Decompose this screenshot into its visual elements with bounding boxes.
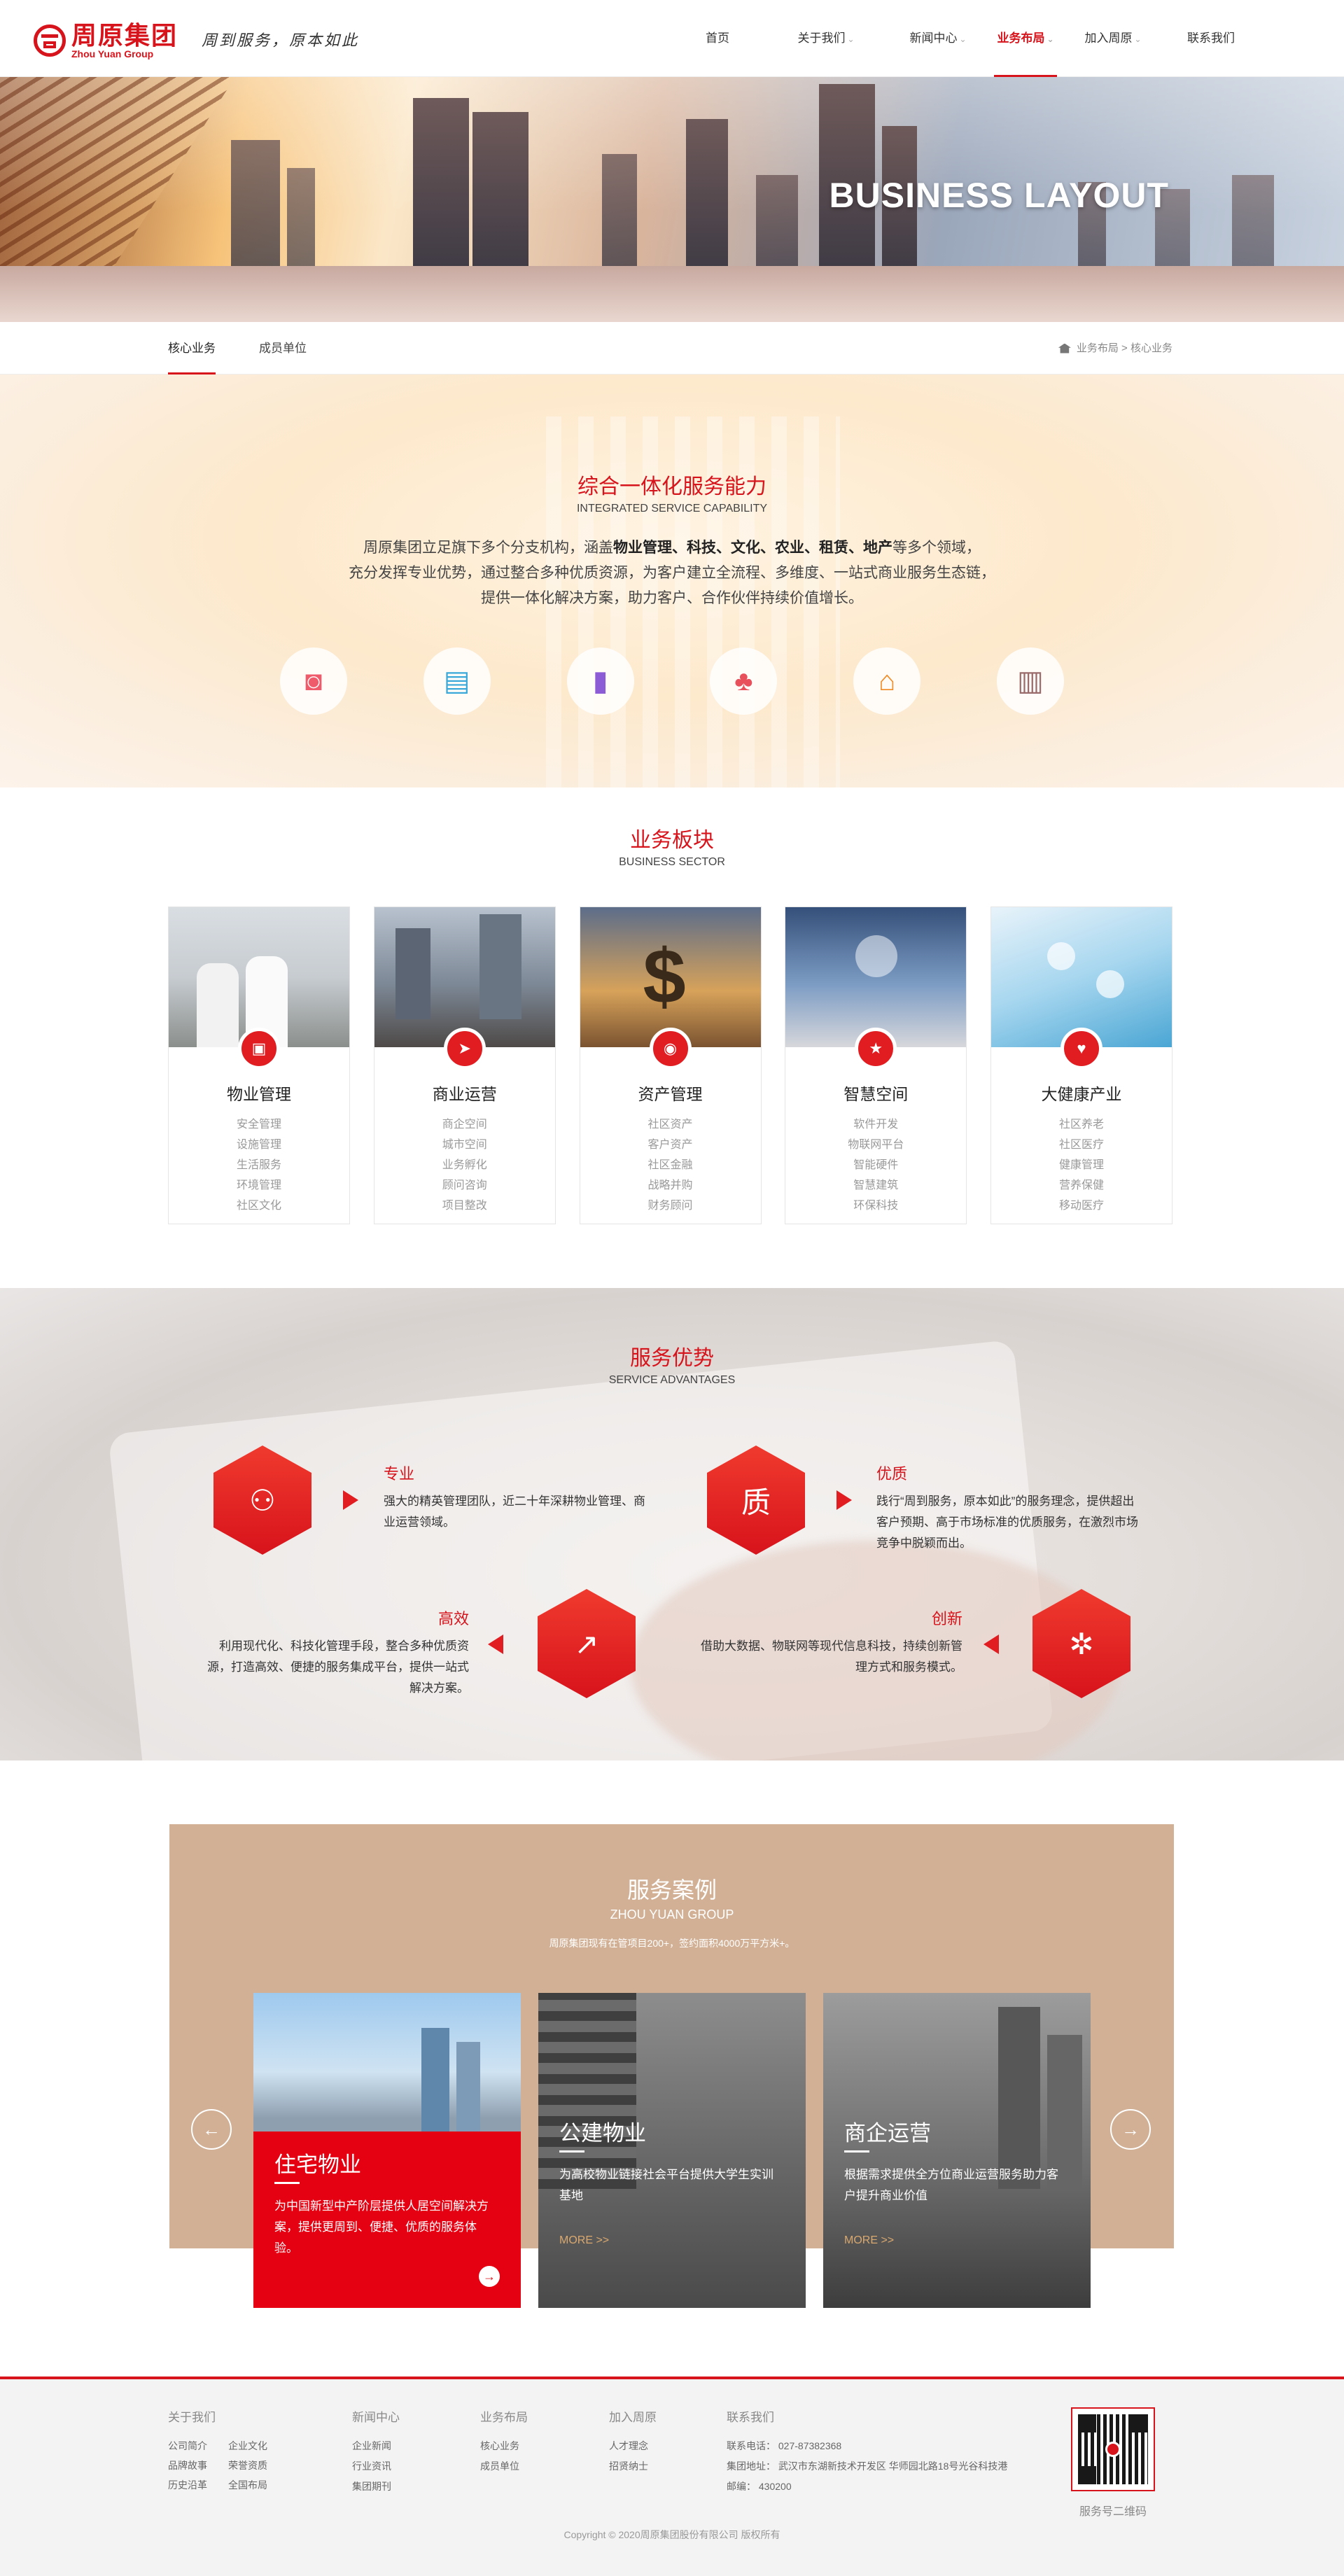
arrow-left-icon [488,1634,503,1654]
more-link[interactable]: MORE >> [844,2234,894,2247]
qr-label: 服务号二维码 [1079,2506,1147,2518]
qr-code [1071,2407,1155,2491]
banner-title: BUSINESS LAYOUT [829,176,1169,215]
sector-card-smart-space[interactable]: ★ 智慧空间 软件开发 物联网平台 智能硬件 智慧建筑 环保科技 [785,906,967,1224]
section-title: 服务优势 SERVICE ADVANTAGES [608,1347,736,1386]
nav-item-business[interactable]: 业务布局 ⌄ [994,0,1057,77]
asset-image: $ [580,907,761,1047]
tab-core-business[interactable]: 核心业务 [168,322,216,374]
arrow-right-circle-icon[interactable]: → [479,2266,500,2287]
case-card-residential[interactable]: 住宅物业 为中国新型中产阶层提供人居空间解决方案，提供更周到、便捷、优质的服务体… [253,1993,521,2308]
home-icon[interactable] [1058,343,1071,354]
property-image [169,907,349,1047]
service-cases-section: 服务案例 ZHOU YUAN GROUP 周原集团现有在管项目200+，签约面积… [0,1760,1344,2376]
nav-item-home[interactable]: 首页 [686,0,749,77]
intro-text: 周原集团立足旗下多个分支机构，涵盖物业管理、科技、文化、农业、租赁、地产等多个领… [349,540,995,606]
brand-name-en: Zhou Yuan Group [71,48,154,59]
robot-icon: ◙ [280,648,347,715]
chevron-down-icon: ⌄ [1046,34,1054,44]
more-link[interactable]: MORE >> [559,2234,609,2247]
health-image [991,907,1172,1047]
section-title: 服务案例 ZHOU YUAN GROUP 周原集团现有在管项目200+，签约面积… [549,1877,795,1949]
target-icon: ◉ [649,1028,692,1070]
arrow-left-icon [983,1634,999,1654]
arrow-right-icon [836,1490,852,1510]
brand-name: 周原集团 [71,21,178,50]
star-icon: ★ [855,1028,897,1070]
tree-icon: ♣ [710,648,778,715]
footer-contact: 联系我们 联系电话： 027-87382368 集团地址： 武汉市东湖新技术开发… [727,2411,1008,2492]
footer-about: 关于我们 公司简介 企业文化 品牌故事 荣誉资质 历史沿革 全国布局 [168,2411,267,2491]
advantage-innovation: 创新 借助大数据、物联网等现代信息科技，持续创新管理方式和服务模式。 [701,1610,962,1674]
nav-item-contact[interactable]: 联系我们 [1169,0,1253,77]
contact-postcode: 邮编： 430200 [727,2481,792,2492]
case-card-public[interactable]: 公建物业 为高校物业链接社会平台提供大学生实训基地 MORE >> [538,1993,806,2308]
contact-address: 集团地址： 武汉市东湖新技术开发区 华师园北路18号光谷科技港 [727,2460,1008,2472]
prev-arrow-button[interactable]: ← [191,2109,232,2150]
contact-phone: 联系电话： 027-87382368 [727,2440,842,2451]
advantage-quality: 优质 践行“周到服务，原本如此”的服务理念，提供超出客户预期、高于市场标准的优质… [876,1465,1138,1550]
section-title: 综合一体化服务能力 INTEGRATED SERVICE CAPABILITY [576,475,768,514]
logo-mark-icon [34,24,66,57]
chevron-down-icon: ⌄ [847,34,855,44]
house-yuan-icon: ⌂ [853,648,921,715]
capability-icons: ◙ ▤ ▮ ♣ ⌂ ▥ [280,648,1064,715]
nav-item-news[interactable]: 新闻中心 ⌄ [882,0,994,77]
book-icon: ▮ [566,648,634,715]
footer-business: 业务布局 核心业务 成员单位 [480,2411,528,2472]
integrated-capability-section: 综合一体化服务能力 INTEGRATED SERVICE CAPABILITY … [0,374,1344,788]
nav-item-join[interactable]: 加入周原 ⌄ [1057,0,1169,77]
advantage-efficient: 高效 利用现代化、科技化管理手段，整合多种优质资源，打造高效、便捷的服务集成平台… [207,1610,469,1695]
toolbox-icon: ▤ [423,648,491,715]
copyright: Copyright © 2020周原集团股份有限公司 版权所有 [564,2529,780,2540]
hero-banner: BUSINESS LAYOUT [0,77,1344,322]
chevron-down-icon: ⌄ [1134,34,1142,44]
commercial-image [374,907,555,1047]
footer-join: 加入周原 人才理念 招贤纳士 [609,2411,657,2472]
building-icon: ▥ [996,648,1064,715]
footer-news: 新闻中心 企业新闻 行业资讯 集团期刊 [352,2411,400,2492]
nav-item-about[interactable]: 关于我们 ⌄ [770,0,882,77]
heart-pulse-icon: ♥ [1060,1028,1102,1070]
sector-card-health[interactable]: ♥ 大健康产业 社区养老 社区医疗 健康管理 营养保健 移动医疗 [990,906,1172,1224]
breadcrumb-text[interactable]: 业务布局 > 核心业务 [1077,322,1172,374]
chevron-down-icon: ⌄ [959,34,967,44]
tab-member-units[interactable]: 成员单位 [259,322,307,374]
service-advantages-section: 服务优势 SERVICE ADVANTAGES ⚇ 专业 强大的精英管理团队，近… [0,1288,1344,1760]
sub-navigation: 核心业务 成员单位 业务布局 > 核心业务 [0,322,1344,374]
advantage-professional: 专业 强大的精英管理团队，近二十年深耕物业管理、商业运营领域。 [384,1465,645,1529]
breadcrumb: 业务布局 > 核心业务 [1058,322,1172,374]
sector-card-asset[interactable]: $ ◉ 资产管理 社区资产 客户资产 社区金融 战略并购 财务顾问 [579,906,762,1224]
case-card-commercial[interactable]: 商企运营 根据需求提供全方位商业运营服务助力客户提升商业价值 MORE >> [823,1993,1091,2308]
sector-card-property[interactable]: ▣ 物业管理 安全管理 设施管理 生活服务 环境管理 社区文化 [168,906,350,1224]
paper-plane-icon: ➤ [443,1028,486,1070]
sector-card-commercial[interactable]: ➤ 商业运营 商企空间 城市空间 业务孵化 顾问咨询 项目整改 [373,906,556,1224]
brand-logo[interactable]: 周原集团 Zhou Yuan Group [34,22,178,59]
arrow-right-icon [343,1490,358,1510]
site-footer: 关于我们 公司简介 企业文化 品牌故事 荣誉资质 历史沿革 全国布局 新闻中心 … [0,2376,1344,2576]
brand-slogan: 周到服务，原本如此 [202,32,360,50]
property-icon: ▣ [238,1028,280,1070]
smart-space-image [785,907,967,1047]
business-sector-section: 业务板块 BUSINESS SECTOR ▣ 物业管理 安全管理 设施管理 生活… [0,788,1344,1288]
section-title: 业务板块 BUSINESS SECTOR [619,829,725,868]
site-header: 周原集团 Zhou Yuan Group 周到服务，原本如此 首页 关于我们 ⌄ … [0,0,1344,77]
next-arrow-button[interactable]: → [1110,2109,1151,2150]
sector-cards: ▣ 物业管理 安全管理 设施管理 生活服务 环境管理 社区文化 ➤ 商业运营 商… [168,906,1172,1224]
main-nav: 首页 关于我们 ⌄ 新闻中心 ⌄ 业务布局 ⌄ 加入周原 ⌄ 联系我们 [686,0,1253,77]
